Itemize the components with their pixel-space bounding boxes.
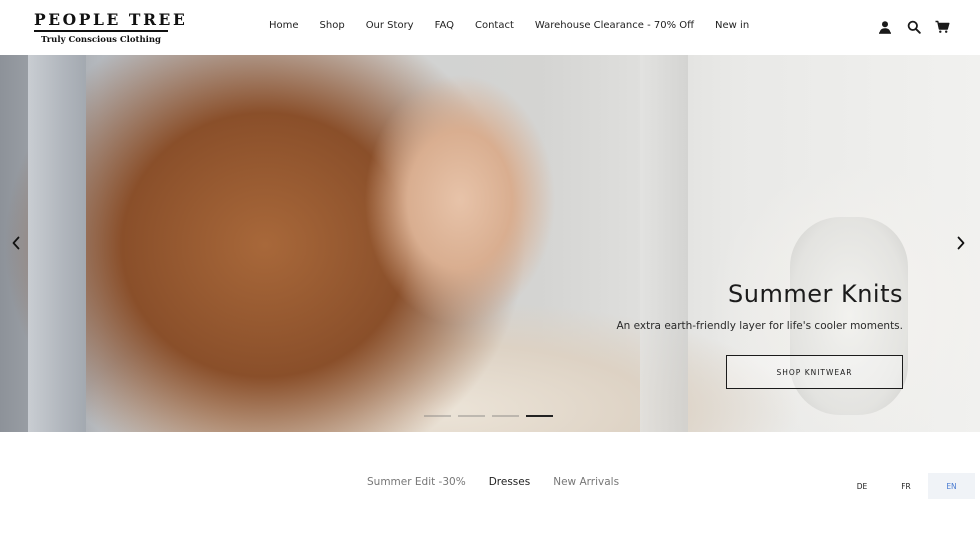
slide-indicator-3[interactable]: [492, 415, 519, 417]
hero-image-door-frame: [28, 55, 86, 432]
logo-rule: [34, 30, 168, 32]
hero-slider: Summer Knits An extra earth-friendly lay…: [0, 55, 980, 432]
site-header: PEOPLE TREE Truly Conscious Clothing Hom…: [0, 0, 980, 55]
main-nav: Home Shop Our Story FAQ Contact Warehous…: [269, 20, 749, 31]
language-en[interactable]: EN: [928, 473, 975, 499]
chevron-left-icon[interactable]: [9, 233, 23, 253]
cart-icon[interactable]: [935, 19, 950, 34]
tab-new-arrivals[interactable]: New Arrivals: [553, 476, 619, 488]
nav-faq[interactable]: FAQ: [435, 20, 454, 31]
search-icon[interactable]: [906, 19, 921, 34]
collection-tabs: Summer Edit -30% Dresses New Arrivals: [367, 476, 619, 488]
nav-our-story[interactable]: Our Story: [366, 20, 414, 31]
slide-subtitle: An extra earth-friendly layer for life's…: [616, 320, 903, 332]
slide-content: Summer Knits An extra earth-friendly lay…: [603, 280, 903, 389]
tab-summer-edit[interactable]: Summer Edit -30%: [367, 476, 466, 488]
chevron-right-icon[interactable]: [954, 233, 968, 253]
nav-warehouse-clearance[interactable]: Warehouse Clearance - 70% Off: [535, 20, 694, 31]
language-fr[interactable]: FR: [884, 473, 928, 499]
nav-home[interactable]: Home: [269, 20, 299, 31]
logo[interactable]: PEOPLE TREE Truly Conscious Clothing: [34, 10, 188, 45]
slide-title: Summer Knits: [728, 280, 903, 308]
slide-indicator-1[interactable]: [424, 415, 451, 417]
slide-indicators: [424, 415, 553, 417]
slide-indicator-4[interactable]: [526, 415, 553, 417]
nav-contact[interactable]: Contact: [475, 20, 514, 31]
logo-title: PEOPLE TREE: [34, 10, 188, 29]
hero-image-pillar: [640, 55, 688, 432]
nav-shop[interactable]: Shop: [320, 20, 345, 31]
shop-knitwear-button[interactable]: SHOP KNITWEAR: [726, 355, 903, 389]
slide-indicator-2[interactable]: [458, 415, 485, 417]
tab-dresses[interactable]: Dresses: [489, 476, 531, 488]
logo-subtitle: Truly Conscious Clothing: [40, 34, 161, 45]
header-icons: [877, 19, 950, 34]
nav-new-in[interactable]: New in: [715, 20, 749, 31]
account-icon[interactable]: [877, 19, 892, 34]
language-switcher: DE FR EN: [840, 473, 975, 499]
language-de[interactable]: DE: [840, 473, 884, 499]
